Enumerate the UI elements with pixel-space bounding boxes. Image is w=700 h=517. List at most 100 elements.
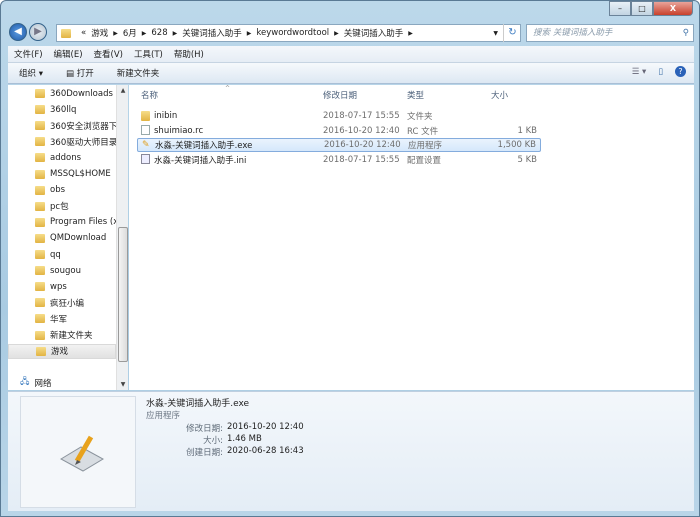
scroll-down-icon[interactable]: ▼ xyxy=(117,381,129,388)
nav-item-label: Program Files (x xyxy=(50,217,116,228)
nav-item[interactable]: 游戏 xyxy=(8,343,116,359)
folder-icon xyxy=(35,217,45,227)
minimize-button[interactable]: – xyxy=(609,1,631,16)
nav-item-network[interactable]: 🖧 网络 xyxy=(8,375,116,390)
menu-file[interactable]: 文件(F) xyxy=(14,48,43,60)
nav-item[interactable]: obs xyxy=(8,183,116,198)
nav-item-label: QMDownload xyxy=(50,233,107,244)
menu-edit[interactable]: 编辑(E) xyxy=(54,48,83,60)
refresh-button[interactable]: ↻ xyxy=(503,24,521,42)
nav-item[interactable]: 新建文件夹 xyxy=(8,328,116,343)
nav-item-label: 360安全浏览器下 xyxy=(50,121,116,132)
preview-pane-icon[interactable]: ▯ xyxy=(658,67,663,77)
detail-size: 1.46 MB xyxy=(227,434,262,444)
breadcrumb-overflow[interactable]: « xyxy=(81,28,86,38)
crumb[interactable]: 关键词插入助手 xyxy=(182,27,242,39)
file-thumbnail xyxy=(20,396,136,508)
close-button[interactable]: X xyxy=(653,1,693,16)
menu-tools[interactable]: 工具(T) xyxy=(134,48,163,60)
nav-item[interactable]: 360Downloads xyxy=(8,86,116,101)
column-header-type[interactable]: 类型 xyxy=(407,89,424,101)
folder-icon xyxy=(141,111,150,121)
chevron-right-icon[interactable]: ▶ xyxy=(247,30,252,37)
file-type: RC 文件 xyxy=(407,126,439,137)
address-bar[interactable]: « 游戏 ▶ 6月 ▶ 628 ▶ 关键词插入助手 ▶ keywordwordtool ▶… xyxy=(56,24,521,42)
scroll-thumb[interactable] xyxy=(118,227,128,362)
nav-item-label: 360llq xyxy=(50,104,77,115)
organize-button[interactable]: 组织 ▾ xyxy=(19,67,43,79)
sort-arrow-icon: ^ xyxy=(225,85,231,92)
nav-item[interactable]: 360驱动大师目录 xyxy=(8,134,116,149)
menu-view[interactable]: 查看(V) xyxy=(94,48,123,60)
chevron-right-icon[interactable]: ▶ xyxy=(142,30,147,37)
chevron-right-icon[interactable]: ▶ xyxy=(173,30,178,37)
nav-scrollbar[interactable]: ▲ ▼ xyxy=(116,85,128,390)
column-header-size[interactable]: 大小 xyxy=(491,89,508,101)
address-dropdown-icon[interactable]: ▼ xyxy=(493,30,498,37)
file-row[interactable]: ✎ 水淼-关键词插入助手.exe 2016-10-20 12:40 应用程序 1,500… xyxy=(137,138,541,153)
nav-item-label: wps xyxy=(50,281,67,292)
file-row[interactable]: shuimiao.rc 2016-10-20 12:40 RC 文件 1 KB xyxy=(137,124,541,138)
column-header-name[interactable]: 名称 xyxy=(141,89,158,101)
file-modified: 2018-07-17 15:55 xyxy=(323,154,400,165)
nav-network-label: 网络 xyxy=(34,378,52,389)
nav-item[interactable]: Program Files (x xyxy=(8,215,116,230)
nav-item-label: 新建文件夹 xyxy=(50,331,93,341)
nav-item[interactable]: qq xyxy=(8,247,116,262)
nav-item-label: MSSQL$HOME xyxy=(50,169,111,179)
nav-item[interactable]: MSSQL$HOME xyxy=(8,167,116,182)
menu-help[interactable]: 帮助(H) xyxy=(174,48,204,60)
nav-item[interactable]: 360llq xyxy=(8,102,116,117)
folder-icon xyxy=(35,153,45,163)
crumb[interactable]: 628 xyxy=(151,28,167,38)
menu-bar: 文件(F) 编辑(E) 查看(V) 工具(T) 帮助(H) xyxy=(8,46,694,63)
crumb[interactable]: keywordwordtool xyxy=(256,28,329,38)
file-name: 水淼-关键词插入助手.ini xyxy=(154,155,247,166)
file-modified: 2018-07-17 15:55 xyxy=(323,111,400,121)
nav-item[interactable]: 360安全浏览器下 xyxy=(8,118,116,133)
detail-created: 2020-06-28 16:43 xyxy=(227,446,304,456)
folder-icon xyxy=(35,330,45,340)
open-button[interactable]: ▤ 打开 xyxy=(66,67,94,79)
detail-type: 应用程序 xyxy=(146,411,181,421)
chevron-right-icon[interactable]: ▶ xyxy=(408,30,413,37)
view-options-icon[interactable]: ☰ ▾ xyxy=(632,67,647,77)
settings-file-icon xyxy=(141,153,150,164)
file-row[interactable]: 水淼-关键词插入助手.ini 2018-07-17 15:55 配置设置 5 KB xyxy=(137,153,541,167)
search-input[interactable]: 搜索 关键词插入助手 ⚲ xyxy=(526,24,694,42)
nav-item-label: pc包 xyxy=(50,202,69,213)
forward-button[interactable]: ▶ xyxy=(29,23,47,41)
new-folder-button[interactable]: 新建文件夹 xyxy=(117,67,160,79)
maximize-button[interactable]: □ xyxy=(631,1,653,16)
folder-icon xyxy=(35,233,45,243)
chevron-right-icon[interactable]: ▶ xyxy=(113,30,118,37)
nav-item[interactable]: addons xyxy=(8,150,116,165)
nav-item[interactable]: pc包 xyxy=(8,199,116,214)
folder-icon xyxy=(35,105,45,115)
command-bar: 组织 ▾ ▤ 打开 新建文件夹 ☰ ▾ ▯ ? xyxy=(8,63,694,84)
chevron-right-icon[interactable]: ▶ xyxy=(334,30,339,37)
nav-item[interactable]: 疯狂小编 xyxy=(8,295,116,310)
nav-item[interactable]: sougou xyxy=(8,263,116,278)
file-size: 5 KB xyxy=(517,154,537,165)
nav-item-label: obs xyxy=(50,185,66,196)
file-list: ^ 名称 修改日期 类型 大小 inibin 2018-07-17 15:55 文件… xyxy=(129,85,694,390)
file-row[interactable]: inibin 2018-07-17 15:55 文件夹 xyxy=(137,109,541,123)
back-button[interactable]: ◀ xyxy=(9,23,27,41)
nav-item[interactable]: QMDownload xyxy=(8,231,116,246)
nav-item[interactable]: wps xyxy=(8,279,116,294)
crumb[interactable]: 关键词插入助手 xyxy=(344,27,404,39)
folder-icon xyxy=(35,169,45,179)
details-pane: 水淼-关键词插入助手.exe 应用程序 修改日期: 2016-10-20 12:… xyxy=(8,391,694,511)
open-label: 打开 xyxy=(76,69,94,79)
scroll-up-icon[interactable]: ▲ xyxy=(117,87,129,94)
column-header-modified[interactable]: 修改日期 xyxy=(323,89,357,101)
file-type: 应用程序 xyxy=(408,141,443,152)
crumb[interactable]: 6月 xyxy=(123,27,137,39)
help-icon[interactable]: ? xyxy=(675,66,686,77)
nav-item[interactable]: 华军 xyxy=(8,311,116,326)
nav-item-label: 360驱动大师目录 xyxy=(50,137,116,148)
search-icon[interactable]: ⚲ xyxy=(683,25,689,41)
folder-icon xyxy=(35,201,45,211)
crumb[interactable]: 游戏 xyxy=(91,27,108,39)
